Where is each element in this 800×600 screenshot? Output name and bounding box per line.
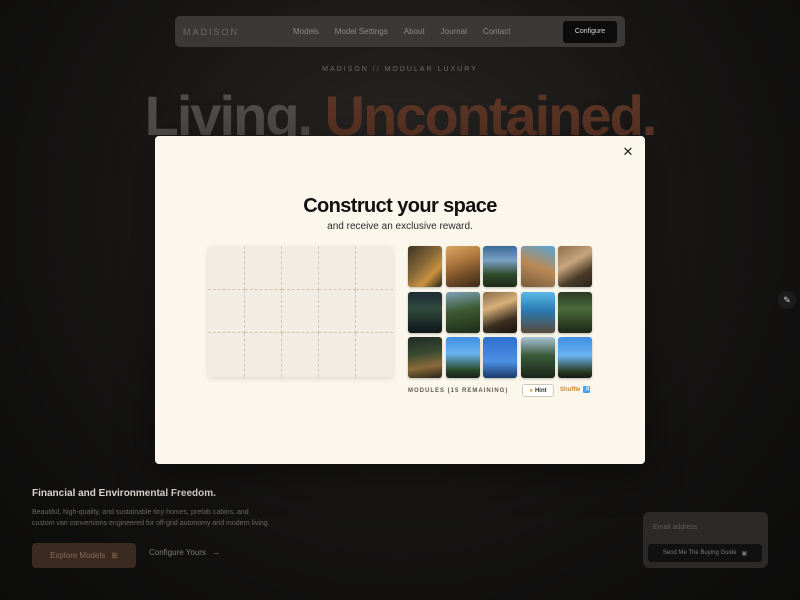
- arrow-right-icon: →: [211, 548, 220, 557]
- board-slot[interactable]: [319, 289, 356, 334]
- modal-title: Construct your space: [303, 195, 497, 217]
- shuffle-icon: ⤨: [583, 386, 591, 393]
- board-slot[interactable]: [282, 246, 319, 290]
- module-tile-4[interactable]: [520, 246, 555, 287]
- send-guide-button[interactable]: Send Me The Buying Guide ▣: [648, 544, 762, 562]
- nav-link-about[interactable]: About: [404, 27, 425, 36]
- top-nav: MADISON Models Model Settings About Jour…: [175, 16, 625, 47]
- explore-models-label: Explore Models: [50, 551, 106, 560]
- send-guide-label: Send Me The Buying Guide: [662, 550, 737, 556]
- module-tile-12[interactable]: [445, 337, 480, 378]
- shuffle-button[interactable]: Shuffle ⤨: [560, 386, 591, 393]
- explore-models-button[interactable]: Explore Models ⊞: [32, 543, 136, 568]
- hero-eyebrow: MADISON // MODULAR LUXURY: [322, 66, 478, 73]
- board-slot[interactable]: [245, 333, 282, 377]
- modules-remaining-label: MODULES (15 REMAINING): [408, 388, 509, 394]
- module-tile-13[interactable]: [483, 337, 517, 378]
- hint-bulb-icon: ●: [529, 387, 533, 394]
- module-tile-6[interactable]: [408, 291, 442, 333]
- module-tile-15[interactable]: [558, 337, 592, 378]
- nav-link-model-settings[interactable]: Model Settings: [335, 27, 388, 36]
- board-slot[interactable]: [356, 333, 393, 377]
- board-slot[interactable]: [319, 246, 356, 290]
- configure-yours-label: Configure Yours: [149, 548, 206, 557]
- nav-configure-button[interactable]: Configure: [563, 20, 617, 43]
- board-slot[interactable]: [208, 246, 245, 290]
- module-tile-11[interactable]: [408, 337, 442, 378]
- freedom-heading: Financial and Environmental Freedom.: [32, 488, 216, 499]
- board-slot[interactable]: [282, 333, 319, 377]
- email-input[interactable]: Email address: [653, 524, 697, 531]
- module-tray: [408, 246, 592, 378]
- module-tile-5[interactable]: [558, 246, 592, 287]
- buying-guide-card: Email address Send Me The Buying Guide ▣: [643, 512, 768, 568]
- board-slot[interactable]: [245, 289, 282, 334]
- hint-button[interactable]: ● Hint: [522, 384, 554, 397]
- board-slot[interactable]: [282, 289, 319, 334]
- module-tile-8[interactable]: [483, 291, 517, 333]
- brand-logo[interactable]: MADISON: [183, 27, 293, 37]
- board-slot[interactable]: [356, 290, 393, 334]
- board-slot[interactable]: [208, 333, 245, 377]
- freedom-description: Beautiful, high-quality, and sustainable…: [32, 509, 270, 527]
- puzzle-board[interactable]: [208, 246, 393, 377]
- shuffle-label: Shuffle: [560, 386, 581, 393]
- nav-link-contact[interactable]: Contact: [483, 27, 511, 36]
- module-tile-3[interactable]: [483, 246, 517, 287]
- board-slot[interactable]: [208, 289, 245, 334]
- module-tile-7[interactable]: [445, 291, 480, 333]
- module-tile-9[interactable]: [520, 291, 555, 333]
- modal-subtitle: and receive an exclusive reward.: [327, 221, 473, 232]
- close-icon[interactable]: ✕: [621, 145, 635, 159]
- grid-icon: ⊞: [111, 551, 118, 560]
- module-tile-2[interactable]: [445, 246, 480, 287]
- module-tile-14[interactable]: [520, 337, 555, 378]
- module-tile-10[interactable]: [558, 291, 592, 333]
- gift-icon: ▣: [741, 550, 748, 557]
- nav-links: Models Model Settings About Journal Cont…: [293, 27, 563, 36]
- board-slot[interactable]: [356, 246, 393, 290]
- configure-yours-link[interactable]: Configure Yours →: [149, 548, 220, 557]
- module-tile-1[interactable]: [408, 246, 442, 287]
- board-slot[interactable]: [245, 246, 282, 290]
- construct-space-modal: ✕ Construct your space and receive an ex…: [155, 136, 645, 464]
- edit-pen-icon[interactable]: ✎: [778, 291, 796, 309]
- hint-label: Hint: [534, 387, 547, 394]
- board-slot[interactable]: [319, 333, 356, 377]
- nav-link-journal[interactable]: Journal: [441, 27, 467, 36]
- nav-link-models[interactable]: Models: [293, 27, 319, 36]
